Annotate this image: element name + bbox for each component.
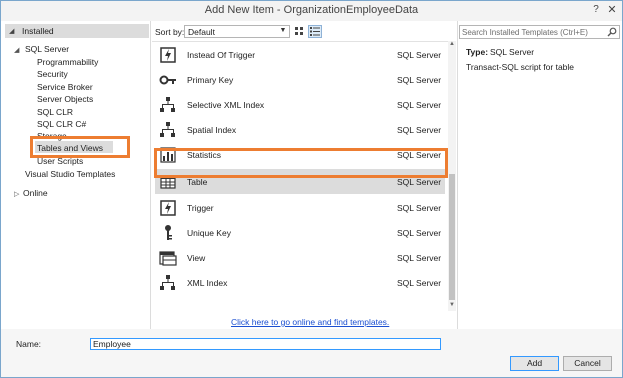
scroll-down-icon[interactable]: ▼ [448,302,456,311]
sort-label: Sort by: [155,27,185,37]
type-label: Type: [466,47,489,57]
tree-item-service-broker[interactable]: Service Broker [37,82,93,92]
expand-triangle-icon[interactable]: ◢ [14,46,19,54]
tree-item-online[interactable]: Online [23,188,48,198]
dialog-footer: Name: Add Cancel [1,329,622,377]
template-category: SQL Server [397,278,442,288]
view-icon [159,251,177,266]
template-name: Unique Key [187,228,231,238]
template-name: Selective XML Index [187,100,265,110]
template-category: SQL Server [397,203,442,213]
name-label: Name: [16,339,42,349]
search-input[interactable] [462,27,602,37]
hierarchy-icon [160,122,175,137]
template-row-unique-key[interactable]: Unique Key SQL Server [155,220,445,245]
template-row-xml-index[interactable]: XML Index SQL Server [155,270,445,295]
template-name: View [187,253,206,263]
list-view-icon [310,27,320,36]
template-name: Primary Key [187,75,234,85]
template-description: Transact-SQL script for table [466,62,575,72]
online-templates-link[interactable]: Click here to go online and find templat… [231,317,389,327]
template-row-selective-xml-index[interactable]: Selective XML Index SQL Server [155,92,445,117]
tree-item-programmability[interactable]: Programmability [37,57,98,67]
annotation-highlight-box [154,148,448,178]
tree-item-visual-studio-templates[interactable]: Visual Studio Templates [25,169,115,179]
dialog-title: Add New Item - OrganizationEmployeeData [204,4,419,16]
expand-triangle-icon: ◢ [9,28,15,35]
trigger-icon [160,200,176,216]
template-name: Instead Of Trigger [187,50,256,60]
annotation-highlight-box [30,136,130,158]
tree-item-sql-server[interactable]: SQL Server [25,44,69,54]
trigger-icon [160,47,176,63]
sort-value: Default [188,27,215,37]
key-icon [159,75,176,85]
small-icons-view-button[interactable] [308,25,322,38]
template-category: SQL Server [397,253,442,263]
scroll-up-icon[interactable]: ▲ [448,41,456,50]
tree-item-label: Installed [22,26,54,36]
template-category-tree: ◢ Installed ◢ SQL Server Programmability… [1,21,151,329]
medium-icons-view-button[interactable] [293,25,307,38]
unique-key-icon [165,225,172,240]
tree-item-server-objects[interactable]: Server Objects [37,94,93,104]
hierarchy-icon [160,97,175,112]
tree-item-installed[interactable]: ◢ Installed [5,24,149,38]
help-button[interactable]: ? [589,3,603,17]
sort-dropdown[interactable]: Default ▼ [184,25,290,38]
template-row-primary-key[interactable]: Primary Key SQL Server [155,67,445,92]
tree-item-security[interactable]: Security [37,69,68,79]
template-category: SQL Server [397,50,442,60]
add-new-item-dialog: Add New Item - OrganizationEmployeeData … [0,0,623,378]
tree-item-sql-clr-csharp[interactable]: SQL CLR C# [37,119,86,129]
collapse-triangle-icon[interactable]: ▷ [14,190,19,198]
search-box[interactable] [459,25,620,39]
template-category: SQL Server [397,125,442,135]
template-row-spatial-index[interactable]: Spatial Index SQL Server [155,117,445,142]
template-category: SQL Server [397,100,442,110]
sort-toolbar: Sort by: Default ▼ [152,21,456,41]
template-details-pane: Type: SQL Server Transact-SQL script for… [457,21,622,329]
template-category: SQL Server [397,75,442,85]
template-row-view[interactable]: View SQL Server [155,245,445,270]
search-icon[interactable] [607,27,617,37]
tree-item-sql-clr[interactable]: SQL CLR [37,107,73,117]
name-input[interactable] [90,338,441,350]
template-name: XML Index [187,278,228,288]
add-button[interactable]: Add [510,356,559,371]
template-category: SQL Server [397,177,442,187]
hierarchy-icon [160,275,175,290]
template-row-trigger[interactable]: Trigger SQL Server [155,195,445,220]
template-name: Spatial Index [187,125,237,135]
cancel-button[interactable]: Cancel [563,356,612,371]
grid-view-icon [295,27,303,35]
close-button[interactable]: ✕ [605,3,619,17]
template-row-instead-of-trigger[interactable]: Instead Of Trigger SQL Server [155,42,445,67]
template-name: Table [187,177,208,187]
chevron-down-icon: ▼ [279,27,287,34]
template-name: Trigger [187,203,214,213]
tree-item-user-scripts[interactable]: User Scripts [37,156,83,166]
title-bar: Add New Item - OrganizationEmployeeData … [1,1,622,21]
template-list-scrollbar[interactable]: ▲ ▼ [448,41,456,311]
type-value: SQL Server [490,47,535,57]
scrollbar-thumb[interactable] [449,174,455,300]
template-category: SQL Server [397,228,442,238]
